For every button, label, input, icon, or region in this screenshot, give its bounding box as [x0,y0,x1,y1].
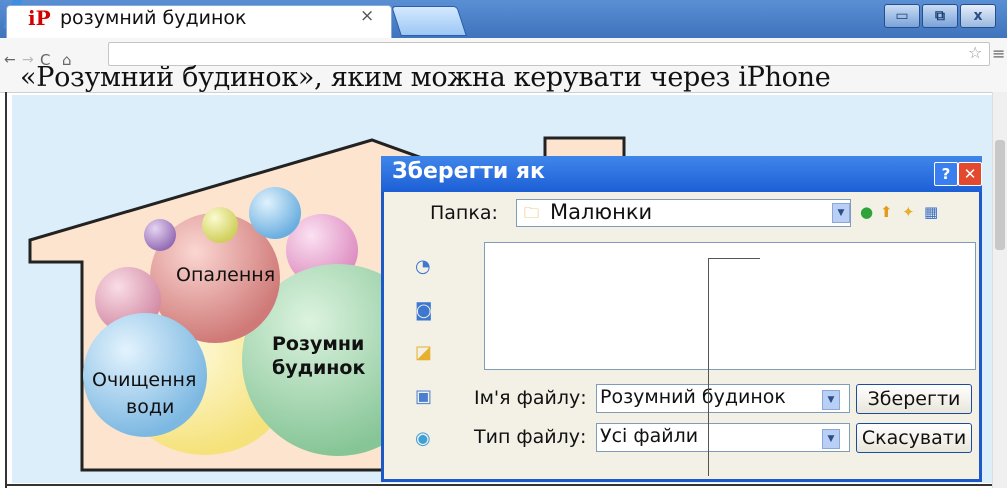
label-smart-home-line2: будинок [272,357,366,379]
filename-value[interactable]: Розумний будинок [600,386,786,408]
documents-icon[interactable]: ◪ [415,342,432,363]
label-water-line2: води [126,396,175,418]
up-folder-icon[interactable]: ⬆ [880,203,893,221]
file-list[interactable] [484,242,976,370]
folder-icon: 🗀 [524,204,540,222]
dialog-close-button[interactable]: ✕ [958,162,982,186]
label-smart-home-line1: Розумни [272,333,365,355]
chevron-down-icon[interactable]: ▼ [822,429,840,449]
folder-value: Малюнки [550,200,653,224]
bubble-blue-small [249,187,301,239]
bubble-purple [144,219,176,251]
desktop-icon[interactable]: ◙ [415,300,432,321]
back-icon[interactable]: ● [860,203,873,221]
network-icon[interactable]: ◉ [415,428,431,449]
annotation-line [708,258,709,476]
annotation-line-horizontal [708,258,760,259]
label-heating: Опалення [176,264,276,286]
folder-label: Папка: [430,202,498,224]
dialog-help-button[interactable]: ? [934,162,958,186]
view-menu-icon[interactable]: ▦ [924,203,938,221]
new-folder-icon[interactable]: ✦ [902,203,915,221]
filetype-value[interactable]: Усі файли [600,425,698,447]
cancel-button[interactable]: Скасувати [856,423,972,453]
dialog-title: Зберегти як [392,159,545,184]
filename-label: Ім'я файлу: [474,387,587,409]
bubble-lime [202,207,238,243]
chevron-down-icon[interactable]: ▼ [832,203,850,223]
recent-icon[interactable]: ◔ [415,256,431,277]
filetype-label: Тип файлу: [474,426,587,448]
places-bar [397,246,471,468]
chevron-down-icon[interactable]: ▼ [822,390,840,410]
computer-icon[interactable]: ▣ [415,386,432,407]
save-button[interactable]: Зберегти [856,384,972,414]
label-water-line1: Очищення [92,369,197,391]
